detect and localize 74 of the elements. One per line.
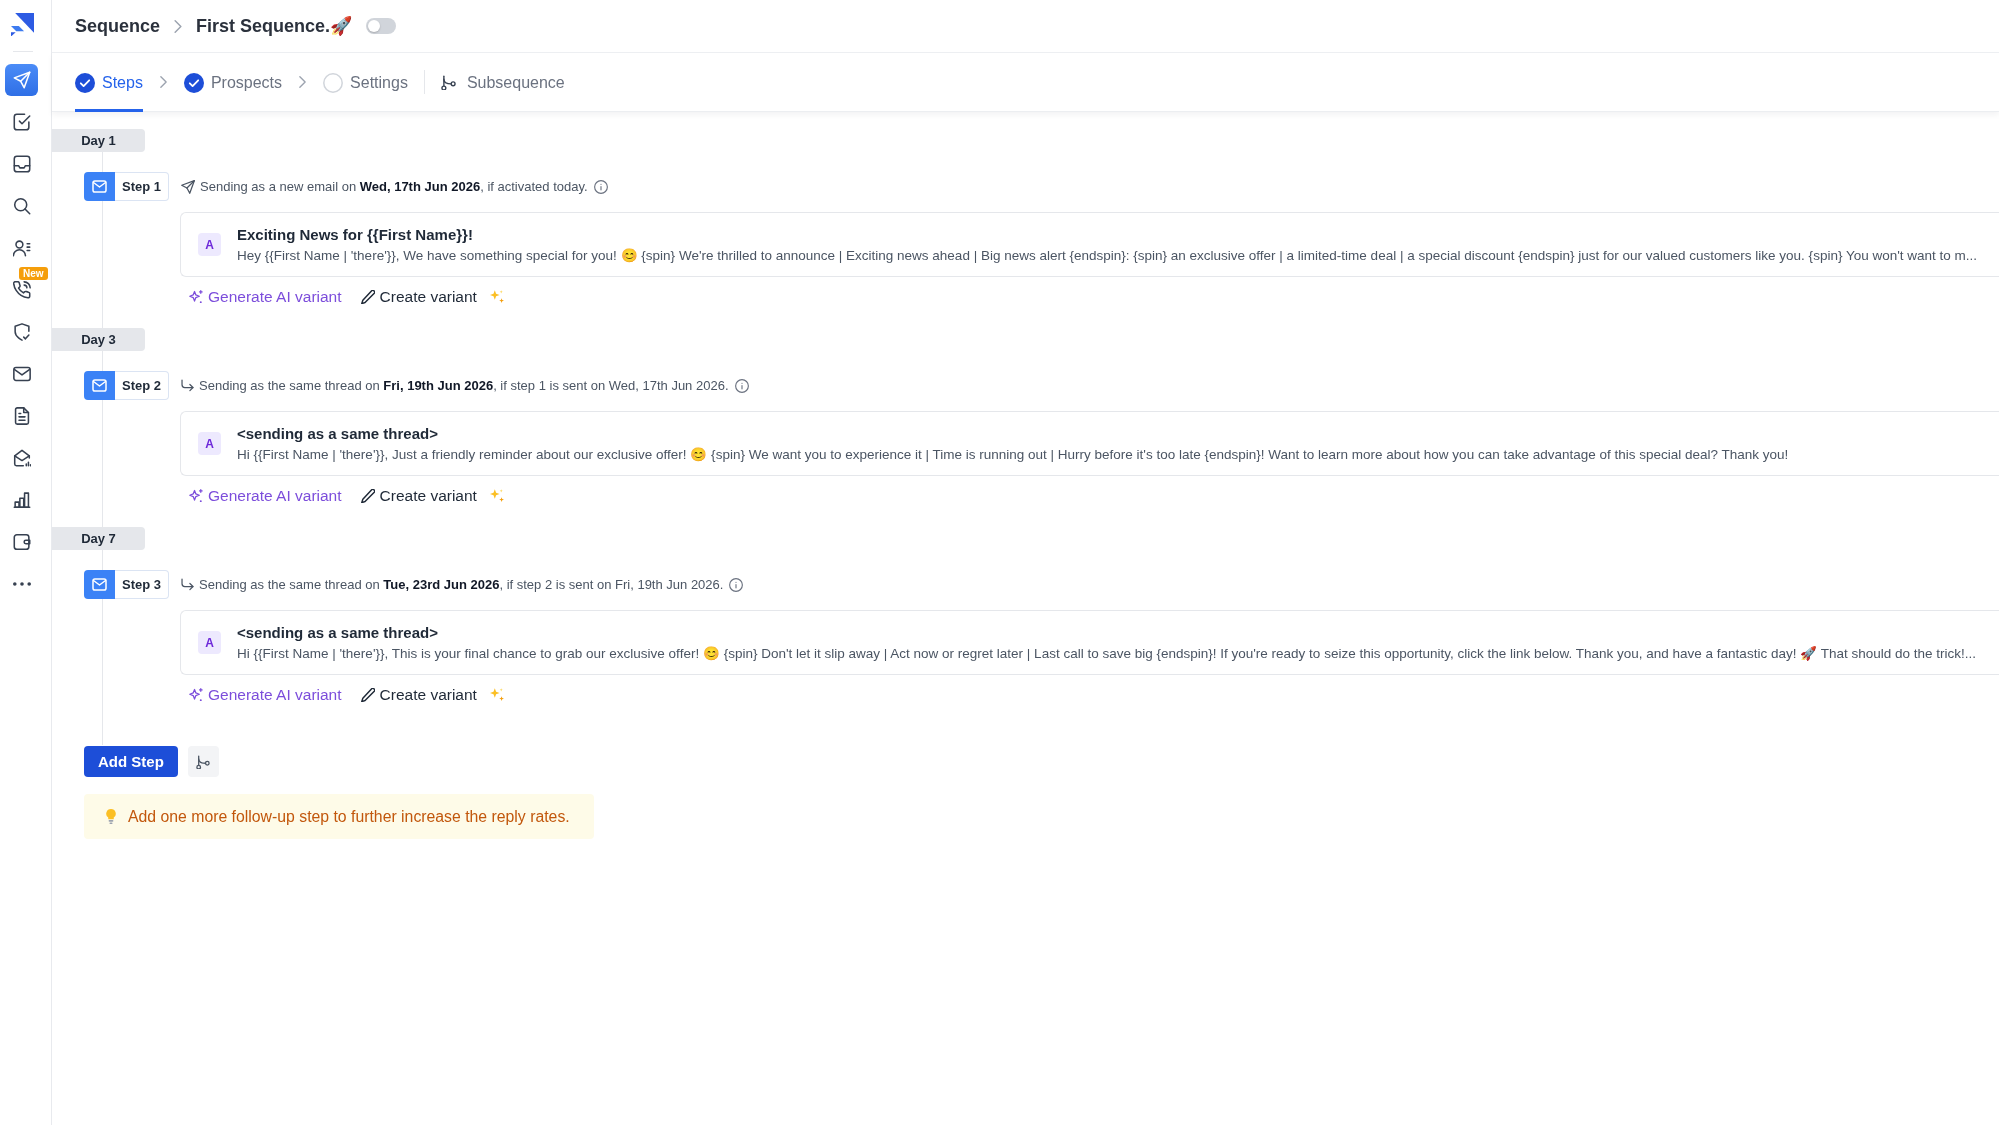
- tab[interactable]: Prospects: [183, 53, 283, 112]
- sparkle-icon: [489, 688, 504, 702]
- lightbulb-icon: [105, 809, 117, 824]
- sparkle-icon: [489, 489, 504, 503]
- open-envelope-icon: [12, 449, 31, 467]
- toggle-switch[interactable]: [366, 18, 397, 34]
- message-subject: <sending as a same thread>: [237, 424, 439, 443]
- step-label: Step 3: [115, 570, 169, 599]
- create-variant-link[interactable]: Create variant: [360, 288, 504, 306]
- tab[interactable]: Settings: [323, 53, 408, 112]
- message-preview: Hey {{First Name | 'there'}}, We have something special for you! 😊 {spin} We're thrilled to announce | Exciting news ahead | Big news alert {endspin}: {spin} an exclusive offer | a limited-time deal | a special discount {endspin} just for our valued customers like you. {spin} You won't want to m...: [237, 247, 1978, 264]
- schedule-text: Sending as the same thread on Tue, 23rd Jun 2026, if step 2 is sent on Fri, 19th Jun 2026.: [199, 577, 724, 592]
- sparkles-icon: [189, 290, 203, 304]
- variant-badge: A: [198, 432, 221, 455]
- step-label: Step 2: [115, 371, 169, 400]
- inbox-icon: [12, 155, 31, 173]
- subsequence-button[interactable]: [187, 746, 219, 777]
- mail-icon: [84, 172, 115, 201]
- more-icon: [12, 582, 31, 586]
- mail-icon: [84, 570, 115, 599]
- phone-icon: [12, 281, 31, 299]
- branch-icon: [440, 75, 456, 90]
- tab[interactable]: Steps: [75, 53, 143, 112]
- branch-icon: [196, 754, 211, 769]
- wallet-icon: [12, 533, 31, 551]
- pencil-icon: [360, 489, 375, 503]
- tab[interactable]: Subsequence: [440, 53, 565, 112]
- shield-icon: [12, 323, 31, 341]
- day-label: Day 3: [52, 328, 145, 351]
- chevron-right-icon: [173, 19, 184, 33]
- step-label: Step 1: [115, 172, 169, 201]
- sparkle-icon: [489, 290, 504, 304]
- bar-chart-icon: [12, 491, 31, 509]
- info-icon: [734, 378, 749, 393]
- schedule-text: Sending as a new email on Wed, 17th Jun 2026, if activated today.: [200, 179, 588, 194]
- message-subject: <sending as a same thread>: [237, 623, 439, 642]
- document-icon: [12, 407, 31, 425]
- message-preview: Hi {{First Name | 'there'}}, Just a friendly reminder about our exclusive offer! 😊 {spin} We want you to experience it | Time is running out | Hurry before it's too late {endspin}! Want to learn more about how you can take advantage of this special deal? Thank you!: [237, 446, 1789, 463]
- paper-plane-icon: [12, 71, 31, 89]
- generate-ai-variant-link[interactable]: Generate AI variant: [189, 686, 342, 704]
- day-label: Day 1: [52, 129, 145, 152]
- sparkles-icon: [189, 688, 203, 702]
- tip-text: Add one more follow-up step to further increase the reply rates.: [128, 807, 570, 826]
- create-variant-link[interactable]: Create variant: [360, 686, 504, 704]
- contacts-icon: [12, 239, 31, 257]
- breadcrumb-link[interactable]: Sequence: [75, 15, 161, 37]
- curved-arrow-icon: [181, 379, 194, 392]
- message-preview: Hi {{First Name | 'there'}}, This is your final chance to grab our exclusive offer! 😊 {spin} Don't let it slip away | Act now or regret later | Last call to save big {endspin}! If you're ready to seize this opportunity, click the link below. Thank you, and have a fantastic day! 🚀 That should do the trick!...: [237, 645, 1976, 662]
- message-subject: Exciting News for {{First Name}}!: [237, 225, 474, 244]
- logo-icon: [11, 13, 34, 36]
- sparkles-icon: [189, 489, 203, 503]
- mail-icon: [12, 365, 31, 383]
- info-icon: [593, 179, 608, 194]
- checkbox-icon: [12, 113, 31, 131]
- pencil-icon: [360, 688, 375, 702]
- add-step-button[interactable]: Add Step: [84, 746, 178, 777]
- variant-badge: A: [198, 233, 221, 256]
- schedule-text: Sending as the same thread on Fri, 19th Jun 2026, if step 1 is sent on Wed, 17th Jun 2026.: [199, 378, 729, 393]
- variant-badge: A: [198, 631, 221, 654]
- day-label: Day 7: [52, 527, 145, 550]
- send-icon: [181, 179, 195, 194]
- curved-arrow-icon: [181, 578, 194, 591]
- new-badge: New: [19, 267, 48, 280]
- sequence-title: First Sequence.🚀: [196, 15, 353, 37]
- generate-ai-variant-link[interactable]: Generate AI variant: [189, 487, 342, 505]
- search-icon: [12, 197, 31, 215]
- pencil-icon: [360, 290, 375, 304]
- chevron-right-icon: [158, 76, 168, 88]
- create-variant-link[interactable]: Create variant: [360, 487, 504, 505]
- chevron-right-icon: [298, 76, 308, 88]
- generate-ai-variant-link[interactable]: Generate AI variant: [189, 288, 342, 306]
- mail-icon: [84, 371, 115, 400]
- sidebar-item[interactable]: [5, 64, 38, 96]
- info-icon: [729, 577, 744, 592]
